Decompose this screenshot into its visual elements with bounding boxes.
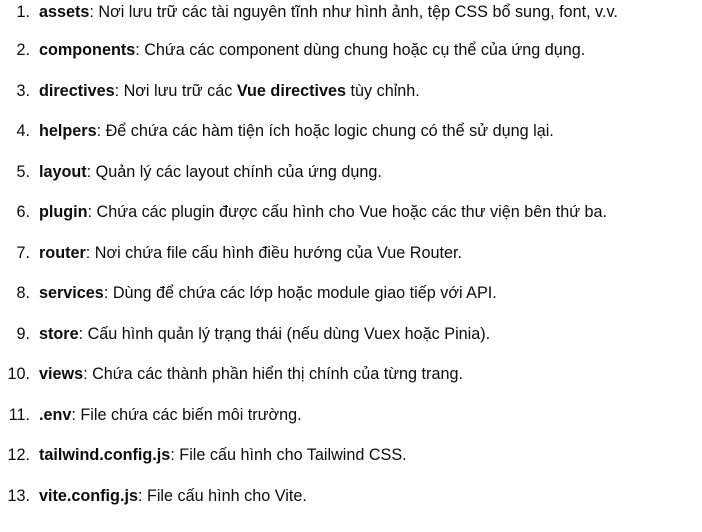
item-description: : Cấu hình quản lý trạng thái (nếu dùng … — [78, 325, 491, 343]
item-description: : Quản lý các layout chính của ứng dụng. — [86, 163, 382, 181]
item-description-after: tùy chỉnh. — [346, 82, 420, 100]
item-number: 7. — [16, 244, 30, 262]
item-text: plugin: Chứa các plugin được cấu hình ch… — [39, 200, 607, 224]
item-text: .env: File chứa các biến môi trường. — [39, 403, 302, 427]
item-description: : Để chứa các hàm tiện ích hoặc logic ch… — [96, 122, 554, 140]
item-term: views — [39, 365, 84, 383]
item-text: views: Chứa các thành phần hiển thị chín… — [39, 362, 463, 386]
item-number: 11. — [8, 406, 30, 424]
item-text: helpers: Để chứa các hàm tiện ích hoặc l… — [39, 119, 554, 143]
item-term: assets — [39, 3, 90, 21]
item-term: components — [39, 41, 136, 59]
item-description: : File cấu hình cho Tailwind CSS. — [170, 446, 407, 464]
item-term: services — [39, 284, 104, 302]
item-number: 2. — [16, 41, 30, 59]
item-term: directives — [39, 82, 115, 100]
item-description: : Chứa các thành phần hiển thị chính của… — [83, 365, 463, 383]
item-number: 8. — [16, 284, 30, 302]
item-number: 10. — [7, 365, 30, 383]
item-description: : Nơi lưu trữ các tài nguyên tĩnh như hì… — [89, 3, 618, 21]
item-description: : File cấu hình cho Vite. — [137, 487, 307, 505]
item-text: directives: Nơi lưu trữ các Vue directiv… — [39, 79, 420, 103]
item-number: 4. — [16, 122, 30, 140]
item-description: : File chứa các biến môi trường. — [71, 406, 302, 424]
item-text: components: Chứa các component dùng chun… — [39, 38, 585, 62]
item-number: 13. — [7, 487, 30, 505]
item-description-before: : Nơi lưu trữ các — [114, 82, 237, 100]
item-text: router: Nơi chứa file cấu hình điều hướn… — [39, 241, 462, 265]
item-description: : Nơi chứa file cấu hình điều hướng của … — [85, 244, 462, 262]
item-number: 5. — [16, 163, 30, 181]
item-term: plugin — [39, 203, 88, 221]
item-term: vite.config.js — [39, 487, 138, 505]
item-number: 3. — [16, 82, 30, 100]
item-text: assets: Nơi lưu trữ các tài nguyên tĩnh … — [39, 0, 618, 24]
item-text: store: Cấu hình quản lý trạng thái (nếu … — [39, 322, 490, 346]
item-description-bold: Vue directives — [236, 82, 347, 100]
item-term: tailwind.config.js — [39, 446, 171, 464]
item-text: layout: Quản lý các layout chính của ứng… — [39, 160, 382, 184]
item-number: 6. — [16, 203, 30, 221]
item-number: 9. — [16, 325, 30, 343]
item-text: services: Dùng để chứa các lớp hoặc modu… — [39, 281, 497, 305]
item-description: : Chứa các component dùng chung hoặc cụ … — [135, 41, 586, 59]
item-text: vite.config.js: File cấu hình cho Vite. — [39, 484, 307, 508]
item-term: .env — [39, 406, 72, 424]
item-term: helpers — [39, 122, 97, 140]
item-description: : Dùng để chứa các lớp hoặc module giao … — [103, 284, 497, 302]
item-description: : Chứa các plugin được cấu hình cho Vue … — [87, 203, 608, 221]
item-number: 1. — [16, 3, 30, 21]
item-text: tailwind.config.js: File cấu hình cho Ta… — [39, 443, 407, 467]
item-term: layout — [39, 163, 87, 181]
item-term: router — [39, 244, 86, 262]
item-number: 12. — [7, 446, 30, 464]
item-term: store — [39, 325, 79, 343]
